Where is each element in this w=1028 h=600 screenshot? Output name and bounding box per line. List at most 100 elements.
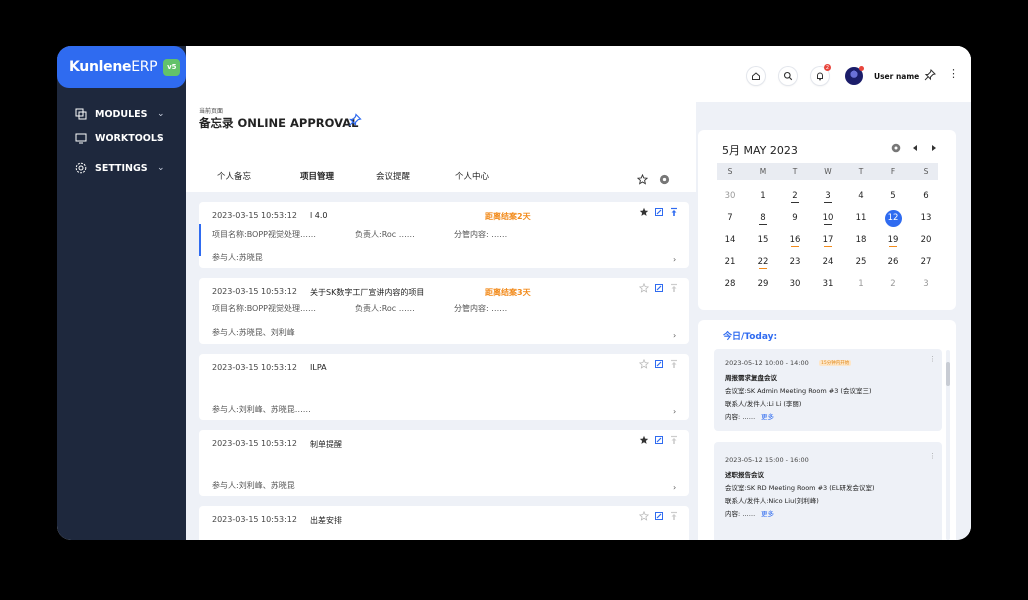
calendar-day[interactable]: 1 <box>851 276 871 293</box>
pin-top-icon[interactable] <box>668 510 680 522</box>
pin-icon[interactable] <box>924 69 936 81</box>
calendar-day[interactable]: 30 <box>720 188 740 205</box>
avatar[interactable] <box>845 66 864 85</box>
sidebar-item-settings[interactable]: SETTINGS ⌄ <box>75 162 165 174</box>
calendar-day[interactable]: 6 <box>916 188 936 205</box>
calendar-day[interactable]: 7 <box>720 210 740 227</box>
settings-icon[interactable] <box>659 174 670 185</box>
calendar-day[interactable]: 17 <box>818 232 838 249</box>
event-room: 会议室:SK Admin Meeting Room #3 (会议室三) <box>725 387 872 395</box>
sidebar-item-worktools[interactable]: WORKTOOLS ⌄ <box>75 132 165 144</box>
calendar-day[interactable]: 26 <box>883 254 903 271</box>
star-outline-icon[interactable] <box>636 173 649 185</box>
calendar-day[interactable]: 29 <box>753 276 773 293</box>
sidebar-item-modules[interactable]: MODULES ⌄ <box>75 108 165 120</box>
star-outline-icon[interactable] <box>638 358 650 370</box>
day-number: 11 <box>855 213 867 223</box>
page-header: 当前页面 备忘录 ONLINE APPROVAL 个人备忘 项目管理 会议提醒 … <box>186 102 696 192</box>
calendar-day[interactable]: 14 <box>720 232 740 249</box>
chevron-right-icon[interactable]: › <box>673 255 676 264</box>
calendar-day[interactable]: 11 <box>851 210 871 227</box>
calendar-day[interactable]: 18 <box>851 232 871 249</box>
calendar-day[interactable]: 23 <box>785 254 805 271</box>
calendar-day[interactable]: 2 <box>785 188 805 205</box>
star-outline-icon[interactable] <box>638 282 650 294</box>
calendar-day-today[interactable]: 12 <box>884 210 902 227</box>
more-vertical-icon[interactable]: ⋮ <box>929 452 936 460</box>
calendar-day[interactable]: 10 <box>818 210 838 227</box>
calendar-day[interactable]: 15 <box>753 232 773 249</box>
memo-card[interactable]: 2023-03-15 10:53:12 ILPA 参与人:刘利峰、苏晓昆…… › <box>199 354 689 420</box>
chevron-down-icon: ⌄ <box>157 163 165 173</box>
edit-icon[interactable] <box>653 282 665 294</box>
calendar-day[interactable]: 28 <box>720 276 740 293</box>
prev-month-icon[interactable] <box>910 143 920 153</box>
star-outline-icon[interactable] <box>638 510 650 522</box>
calendar-day[interactable]: 9 <box>785 210 805 227</box>
calendar-day[interactable]: 4 <box>851 188 871 205</box>
memo-card[interactable]: 2023-03-15 10:53:12 关于SK数字工厂宣讲内容的项目 距离结案… <box>199 278 689 344</box>
calendar-day[interactable]: 20 <box>916 232 936 249</box>
memo-card[interactable]: 2023-03-15 10:53:12 出差安排 <box>199 506 689 540</box>
home-button[interactable] <box>747 67 765 85</box>
calendar-day[interactable]: 8 <box>753 210 773 227</box>
day-number: 19 <box>887 235 899 245</box>
calendar-day[interactable]: 3 <box>818 188 838 205</box>
calendar-day[interactable]: 2 <box>883 276 903 293</box>
tab-personal-memo[interactable]: 个人备忘 <box>199 160 269 191</box>
username[interactable]: User name <box>874 72 919 81</box>
chevron-right-icon[interactable]: › <box>673 407 676 416</box>
edit-icon[interactable] <box>653 206 665 218</box>
memo-project: 项目名称:BOPP视觉处理…… <box>212 230 316 239</box>
pin-top-icon[interactable] <box>668 434 680 446</box>
tab-project-management[interactable]: 项目管理 <box>280 160 354 191</box>
more-link[interactable]: 更多 <box>761 508 774 518</box>
calendar-day[interactable]: 30 <box>785 276 805 293</box>
event-card[interactable]: 2023-05-12 10:00 - 14:00 15分钟内开始 ⋮ 周报需求复… <box>714 349 942 431</box>
pin-top-icon[interactable] <box>668 282 680 294</box>
edit-icon[interactable] <box>653 510 665 522</box>
tab-personal-center[interactable]: 个人中心 <box>437 160 507 191</box>
calendar-day[interactable]: 21 <box>720 254 740 271</box>
pin-top-icon[interactable] <box>668 206 680 218</box>
calendar-day[interactable]: 31 <box>818 276 838 293</box>
chevron-right-icon[interactable]: › <box>673 483 676 492</box>
more-link[interactable]: 更多 <box>761 411 774 421</box>
scrollbar-thumb[interactable] <box>946 362 950 386</box>
calendar-day[interactable]: 13 <box>916 210 936 227</box>
pin-icon[interactable] <box>348 113 362 127</box>
next-month-icon[interactable] <box>929 143 939 153</box>
notification-button[interactable]: 2 <box>811 64 831 85</box>
calendar-day[interactable]: 25 <box>851 254 871 271</box>
event-title: 周报需求复盘会议 <box>725 374 777 382</box>
modules-icon <box>75 108 87 120</box>
star-filled-icon[interactable] <box>638 206 650 218</box>
calendar-day[interactable]: 19 <box>883 232 903 249</box>
more-vertical-icon[interactable]: ⋮ <box>929 355 936 363</box>
calendar-day[interactable]: 22 <box>753 254 773 271</box>
pin-top-icon[interactable] <box>668 358 680 370</box>
star-filled-icon[interactable] <box>638 434 650 446</box>
calendar-day[interactable]: 16 <box>785 232 805 249</box>
day-number: 4 <box>858 191 864 201</box>
logo-text: KunleneERP <box>69 59 158 75</box>
memo-card[interactable]: 2023-03-15 10:53:12 制单提醒 参与人:刘利峰、苏晓昆 › <box>199 430 689 496</box>
calendar-day[interactable]: 24 <box>818 254 838 271</box>
logo[interactable]: KunleneERP v5 <box>57 46 186 88</box>
calendar-day[interactable]: 3 <box>916 276 936 293</box>
calendar-day[interactable]: 5 <box>883 188 903 205</box>
event-card[interactable]: 2023-05-12 15:00 - 16:00 ⋮ 述职报告会议 会议室:SK… <box>714 442 942 540</box>
edit-icon[interactable] <box>653 358 665 370</box>
memo-card[interactable]: 2023-03-15 10:53:12 l 4.0 距离结案2天 项目名称:BO… <box>199 202 689 268</box>
calendar-day[interactable]: 27 <box>916 254 936 271</box>
tab-meeting-reminder[interactable]: 会议提醒 <box>357 160 429 191</box>
search-button[interactable] <box>779 67 797 85</box>
chevron-down-icon: ⌄ <box>157 133 165 143</box>
day-number: 15 <box>757 235 769 245</box>
reset-today-icon[interactable] <box>891 143 901 153</box>
chevron-right-icon[interactable]: › <box>673 331 676 340</box>
today-panel: 今日/Today: 2023-05-12 10:00 - 14:00 15分钟内… <box>698 320 956 540</box>
edit-icon[interactable] <box>653 434 665 446</box>
more-vertical-icon[interactable]: ⋮ <box>948 68 959 79</box>
calendar-day[interactable]: 1 <box>753 188 773 205</box>
